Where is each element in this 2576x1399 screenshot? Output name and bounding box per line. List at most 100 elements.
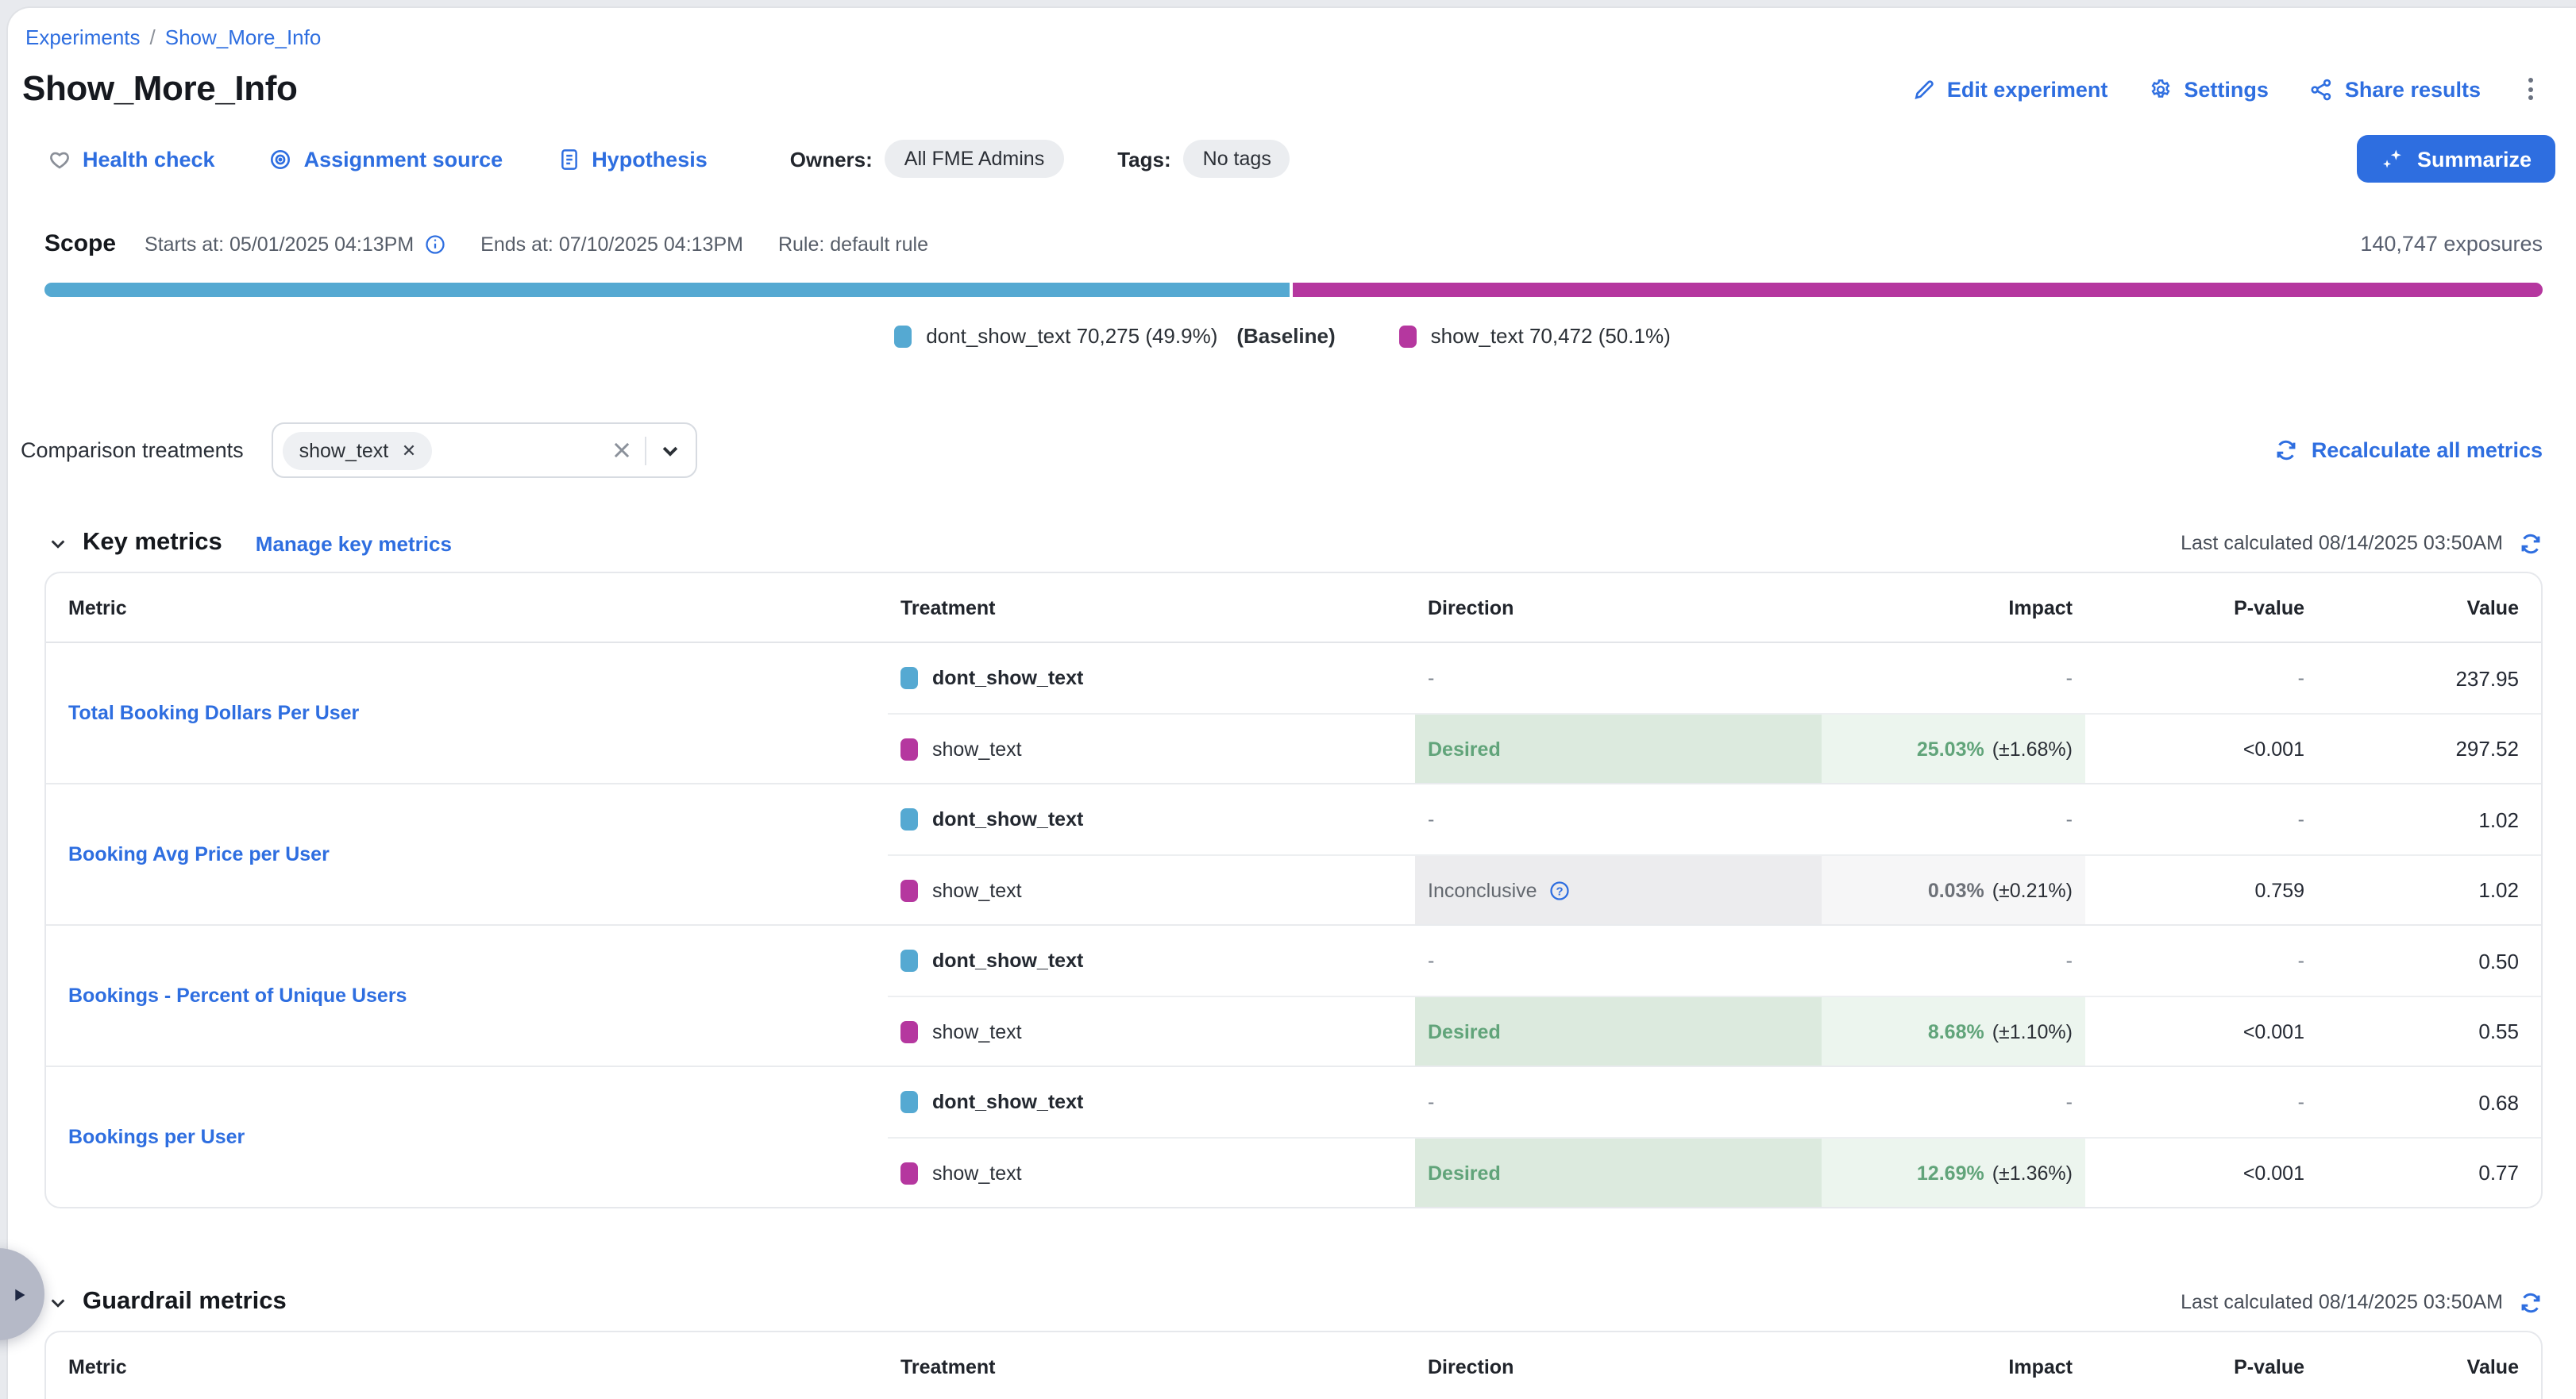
- key-metrics-title: Key metrics: [83, 529, 222, 557]
- pvalue-cell: <0.001: [2085, 713, 2317, 783]
- col-direction: Direction: [1415, 573, 1822, 642]
- edit-experiment-label: Edit experiment: [1947, 77, 2108, 101]
- recalculate-label: Recalculate all metrics: [2312, 438, 2543, 462]
- magenta-swatch: [900, 1162, 918, 1184]
- magenta-swatch: [900, 1020, 918, 1043]
- treatment-chip: show_text: [283, 431, 432, 469]
- breadcrumb-separator: /: [150, 25, 156, 49]
- overflow-menu-button[interactable]: [2522, 71, 2539, 106]
- col-treatment: Treatment: [888, 573, 1415, 642]
- teal-swatch: [900, 808, 918, 831]
- impact-cell: -: [1822, 784, 2085, 854]
- pvalue-cell: -: [2085, 926, 2317, 996]
- scope-ends: Ends at: 07/10/2025 04:13PM: [480, 233, 743, 255]
- breadcrumb-current[interactable]: Show_More_Info: [165, 25, 322, 49]
- comparison-row: Comparison treatments show_text Recalcul…: [8, 422, 2576, 478]
- chip-close-icon[interactable]: [401, 443, 415, 457]
- assignment-source-link[interactable]: Assignment source: [269, 147, 503, 171]
- treatment-cell: show_text: [888, 996, 1415, 1066]
- direction-cell: Desired: [1415, 713, 1822, 783]
- treatment-cell: dont_show_text: [888, 643, 1415, 713]
- guardrail-metrics-header: Guardrail metrics Last calculated 08/14/…: [8, 1288, 2576, 1316]
- value-cell: 0.50: [2317, 926, 2541, 996]
- owners: Owners: All FME Admins: [790, 140, 1063, 178]
- treatment-cell: show_text: [888, 854, 1415, 924]
- hypothesis-link[interactable]: Hypothesis: [557, 147, 708, 171]
- metric-link[interactable]: Bookings - Percent of Unique Users: [68, 985, 407, 1007]
- impact-cell: -: [1822, 643, 2085, 713]
- comparison-select[interactable]: show_text: [272, 422, 698, 478]
- value-cell: 0.55: [2317, 996, 2541, 1066]
- value-cell: 1.02: [2317, 784, 2541, 854]
- col-pvalue: P-value: [2085, 573, 2317, 642]
- pvalue-cell: <0.001: [2085, 1137, 2317, 1207]
- refresh-icon[interactable]: [2519, 1290, 2543, 1314]
- share-icon: [2310, 77, 2334, 101]
- exposure-split-bar: [44, 283, 2543, 297]
- value-cell: 237.95: [2317, 643, 2541, 713]
- bar-segment-show-text: [1293, 283, 2543, 297]
- teal-swatch: [900, 950, 918, 972]
- title-actions: Edit experiment Settings Share results: [1912, 71, 2539, 106]
- assignment-source-label: Assignment source: [304, 147, 503, 171]
- share-results-button[interactable]: Share results: [2310, 77, 2481, 101]
- tags: Tags: No tags: [1117, 140, 1290, 178]
- metric-link[interactable]: Bookings per User: [68, 1126, 245, 1148]
- direction-cell: Inconclusive ?: [1415, 854, 1822, 924]
- experiment-page: Experiments / Show_More_Info Show_More_I…: [8, 8, 2576, 1399]
- health-check-link[interactable]: Health check: [48, 147, 215, 171]
- impact-cell: 25.03%(±1.68%): [1822, 713, 2085, 783]
- help-icon[interactable]: ?: [1548, 879, 1571, 901]
- key-metrics-table: Metric Treatment Direction Impact P-valu…: [44, 572, 2543, 1208]
- collapse-chevron-icon[interactable]: [48, 533, 68, 553]
- summarize-label: Summarize: [2417, 147, 2532, 171]
- key-metrics-header: Key metrics Manage key metrics Last calc…: [8, 529, 2576, 557]
- metric-link[interactable]: Booking Avg Price per User: [68, 843, 330, 865]
- pvalue-cell: -: [2085, 784, 2317, 854]
- table-header-row: Metric Treatment Direction Impact P-valu…: [46, 573, 2541, 642]
- recalculate-all-metrics-button[interactable]: Recalculate all metrics: [2275, 438, 2543, 462]
- clear-icon[interactable]: [612, 440, 633, 461]
- title-row: Show_More_Info Edit experiment Settings …: [8, 68, 2576, 110]
- direction-cell: -: [1415, 926, 1822, 996]
- teal-swatch: [900, 1091, 918, 1113]
- breadcrumb-experiments[interactable]: Experiments: [25, 25, 141, 49]
- chevron-down-icon[interactable]: [660, 439, 682, 461]
- legend-item-baseline: dont_show_text 70,275 (49.9%)(Baseline): [894, 324, 1335, 348]
- settings-button[interactable]: Settings: [2149, 77, 2269, 101]
- owners-pill[interactable]: All FME Admins: [885, 140, 1063, 178]
- treatment-chip-label: show_text: [299, 439, 389, 461]
- magenta-swatch: [900, 879, 918, 901]
- edit-experiment-button[interactable]: Edit experiment: [1912, 77, 2108, 101]
- hypothesis-label: Hypothesis: [592, 147, 708, 171]
- direction-cell: -: [1415, 1067, 1822, 1137]
- col-value: Value: [2317, 1332, 2541, 1399]
- exposure-legend: dont_show_text 70,275 (49.9%)(Baseline) …: [8, 324, 2576, 348]
- teal-swatch: [894, 325, 912, 347]
- toolbar: Health check Assignment source Hypothesi…: [8, 135, 2576, 183]
- value-cell: 1.02: [2317, 854, 2541, 924]
- metric-group: Bookings per User dont_show_text - - - 0…: [46, 1066, 2541, 1207]
- tags-pill[interactable]: No tags: [1184, 140, 1290, 178]
- metric-group: Total Booking Dollars Per User dont_show…: [46, 642, 2541, 783]
- info-icon[interactable]: [423, 233, 445, 255]
- col-pvalue: P-value: [2085, 1332, 2317, 1399]
- manage-key-metrics-link[interactable]: Manage key metrics: [256, 531, 452, 555]
- pvalue-cell: -: [2085, 643, 2317, 713]
- impact-cell: -: [1822, 926, 2085, 996]
- col-direction: Direction: [1415, 1332, 1822, 1399]
- exposures-count: 140,747 exposures: [2360, 232, 2543, 256]
- col-treatment: Treatment: [888, 1332, 1415, 1399]
- magenta-swatch: [1399, 325, 1417, 347]
- collapse-chevron-icon[interactable]: [48, 1292, 68, 1312]
- metric-link[interactable]: Total Booking Dollars Per User: [68, 702, 359, 724]
- col-impact: Impact: [1822, 1332, 2085, 1399]
- direction-cell: -: [1415, 643, 1822, 713]
- direction-cell: -: [1415, 784, 1822, 854]
- scope-title: Scope: [44, 230, 116, 257]
- share-results-label: Share results: [2345, 77, 2481, 101]
- scope-row: Scope Starts at: 05/01/2025 04:13PM Ends…: [8, 230, 2576, 257]
- summarize-button[interactable]: Summarize: [2357, 135, 2555, 183]
- value-cell: 0.68: [2317, 1067, 2541, 1137]
- refresh-icon[interactable]: [2519, 531, 2543, 555]
